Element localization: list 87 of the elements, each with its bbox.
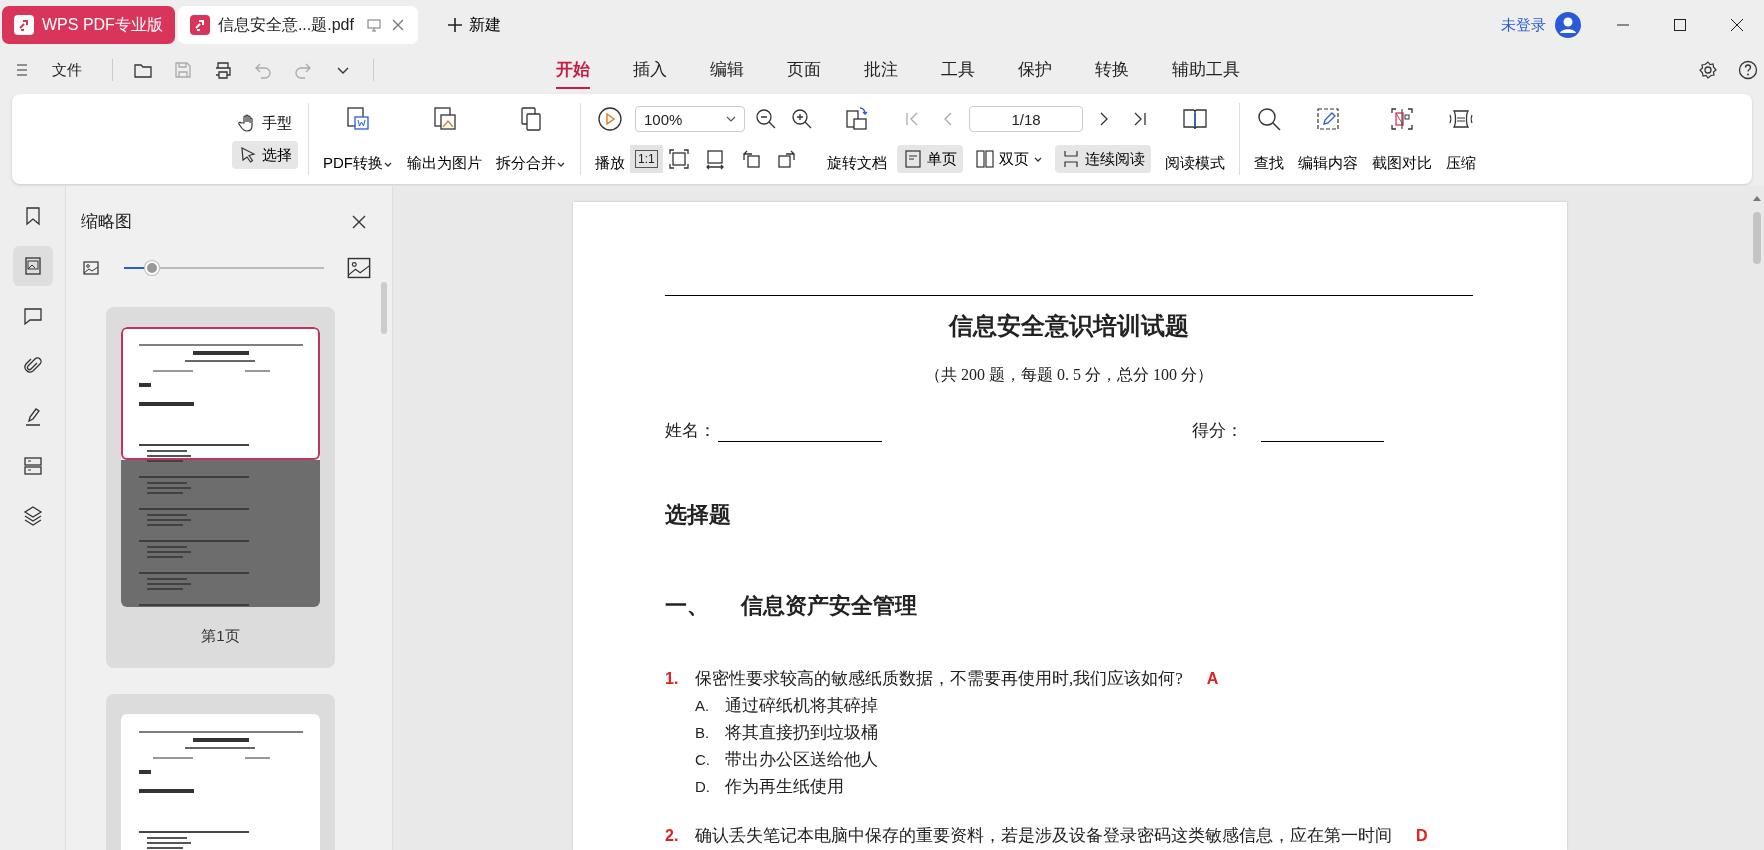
heading-number: 一、	[665, 592, 709, 620]
reading-mode-button[interactable]: 阅读模式	[1161, 99, 1229, 179]
double-page-icon	[975, 149, 995, 169]
document-subtitle: （共 200 题，每题 0. 5 分，总分 100 分）	[924, 365, 1214, 385]
option-text: 将其直接扔到垃圾桶	[725, 722, 878, 744]
ribbon-button[interactable]: 输出为图片	[403, 99, 486, 179]
heading-text: 信息资产安全管理	[741, 592, 917, 620]
ribbon-button[interactable]: 编辑内容	[1294, 99, 1362, 179]
help-icon[interactable]	[1738, 60, 1758, 80]
option-text: 带出办公区送给他人	[725, 749, 878, 771]
app-tab[interactable]: WPS PDF专业版	[2, 6, 175, 44]
scrollbar-thumb[interactable]	[1753, 212, 1761, 264]
question-text: 保密性要求较高的敏感纸质数据，不需要再使用时,我们应该如何?	[695, 668, 1183, 690]
ribbon-tab[interactable]: 页面	[787, 51, 821, 89]
zoom-field[interactable]: 100%	[635, 106, 745, 132]
layout-button[interactable]: 双页	[969, 145, 1049, 173]
question-number: 2.	[665, 827, 680, 845]
print-icon[interactable]	[213, 60, 233, 80]
ribbon-button[interactable]: 拆分合并	[492, 99, 570, 179]
name-label: 姓名：	[665, 420, 716, 442]
continuous-page-icon	[1061, 149, 1081, 169]
sidebar-tab[interactable]	[12, 246, 53, 286]
option-letter: B.	[695, 724, 711, 741]
option-letter: D.	[695, 778, 711, 795]
file-menu[interactable]: 文件	[52, 60, 82, 80]
option-text: 作为再生纸使用	[725, 776, 844, 798]
menu-icon[interactable]	[14, 62, 30, 78]
ribbon-tab[interactable]: 插入	[633, 51, 667, 89]
settings-icon[interactable]	[1698, 60, 1718, 80]
form-icon	[21, 455, 44, 477]
tool-button[interactable]: 手型	[232, 109, 298, 137]
close-icon[interactable]	[1729, 17, 1745, 33]
zoom-in-icon[interactable]	[791, 108, 813, 130]
ribbon-button[interactable]: 截图对比	[1368, 99, 1436, 179]
pdf-logo-icon	[189, 15, 210, 35]
answer-key: D	[1416, 827, 1428, 845]
rotate-right-icon[interactable]	[775, 148, 798, 170]
plus-icon	[446, 17, 463, 33]
comment-icon	[21, 305, 44, 327]
ribbon-tab[interactable]: 开始	[556, 51, 590, 89]
panel-title: 缩略图	[81, 211, 132, 233]
search-icon	[1255, 105, 1283, 133]
layout-button[interactable]: 单页	[897, 145, 963, 173]
viewport-frame[interactable]	[121, 327, 320, 460]
avatar-icon[interactable]	[1555, 12, 1581, 38]
option-letter: C.	[695, 751, 711, 768]
login-link[interactable]: 未登录	[1501, 15, 1546, 35]
ribbon-tab[interactable]: 工具	[941, 51, 975, 89]
scroll-up-icon[interactable]	[1752, 194, 1762, 202]
ribbon-button[interactable]: 查找	[1250, 99, 1288, 179]
option-text: 通过碎纸机将其碎掉	[725, 695, 878, 717]
ribbon-tab[interactable]: 编辑	[710, 51, 744, 89]
app-tab[interactable]: 信息安全意...题.pdf	[177, 6, 418, 44]
question-text: 确认丢失笔记本电脑中保存的重要资料，若是涉及设备登录密码这类敏感信息，应在第一时间	[695, 825, 1392, 847]
pdf-logo-icon	[14, 15, 34, 35]
ribbon-tab[interactable]: 保护	[1018, 51, 1052, 89]
ribbon-button[interactable]: PDF转换	[319, 99, 397, 179]
option-letter: A.	[695, 697, 711, 714]
thumbnail-card[interactable]: 第1页	[106, 307, 335, 668]
section-heading: 选择题	[665, 501, 732, 529]
score-label: 得分：	[1192, 420, 1243, 442]
play-button[interactable]: 播放	[591, 99, 629, 179]
play-icon	[596, 105, 624, 133]
large-image-icon[interactable]	[346, 255, 372, 281]
compare-frame-icon	[1388, 105, 1416, 133]
new-tab-button[interactable]: 新建	[440, 10, 507, 40]
tool-button[interactable]: 选择	[232, 141, 298, 169]
rotate-document-button[interactable]: 旋转文档	[823, 99, 891, 179]
maximize-icon[interactable]	[1672, 17, 1688, 33]
ribbon-tab[interactable]: 批注	[864, 51, 898, 89]
page-number-field[interactable]: 1/18	[969, 106, 1083, 132]
ribbon-tab[interactable]: 转换	[1095, 51, 1129, 89]
single-page-icon	[903, 149, 923, 169]
cursor-icon	[238, 145, 258, 165]
zoom-out-icon[interactable]	[755, 108, 777, 130]
edit-frame-icon	[1314, 105, 1342, 133]
question-number: 1.	[665, 670, 680, 688]
scrollbar-thumb[interactable]	[381, 282, 387, 334]
document-convert-icon	[344, 105, 372, 133]
ribbon-button[interactable]: 压缩	[1442, 99, 1480, 179]
page-label: 第1页	[201, 627, 240, 646]
monitor-icon[interactable]	[365, 17, 382, 33]
fit-page-icon[interactable]	[667, 148, 690, 170]
answer-key: A	[1206, 670, 1219, 688]
document-title: 信息安全意识培训试题	[947, 311, 1190, 342]
layout-button[interactable]: 连续阅读	[1055, 145, 1151, 173]
ribbon-tab[interactable]: 辅助工具	[1172, 51, 1240, 89]
